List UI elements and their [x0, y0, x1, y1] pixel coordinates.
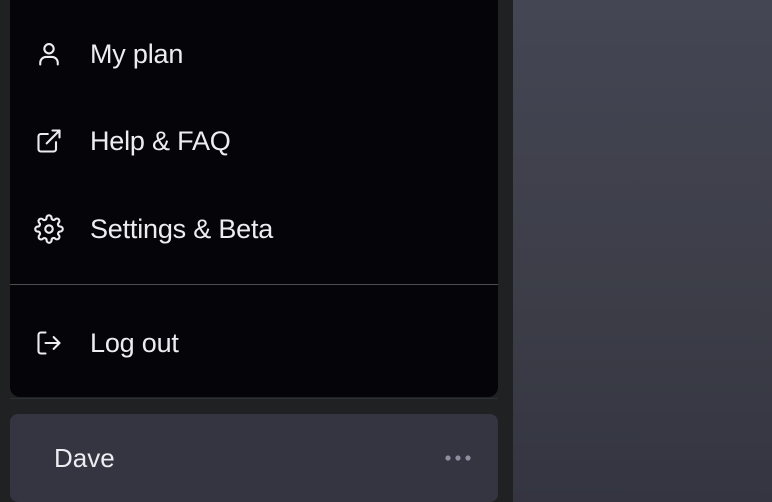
user-account-button[interactable]: Dave: [10, 414, 498, 502]
menu-item-label: Help & FAQ: [90, 126, 231, 156]
menu-item-my-plan[interactable]: My plan: [10, 22, 498, 86]
menu-item-settings-beta[interactable]: Settings & Beta: [10, 197, 498, 261]
gear-icon: [34, 214, 64, 244]
menu-item-log-out[interactable]: Log out: [10, 311, 498, 375]
logout-icon: [34, 328, 64, 358]
external-link-icon: [34, 126, 64, 156]
menu-divider: [10, 284, 498, 285]
menu-item-label: Settings & Beta: [90, 214, 274, 244]
menu-item-label: My plan: [90, 39, 184, 69]
menu-item-label: Log out: [90, 328, 179, 358]
sidebar: My plan Help & FAQ Settings & Beta Log o…: [0, 0, 513, 502]
menu-item-help-faq[interactable]: Help & FAQ: [10, 109, 498, 173]
more-horizontal-icon[interactable]: [440, 444, 476, 472]
main-content-area: [513, 0, 772, 502]
user-menu-popup: My plan Help & FAQ Settings & Beta Log o…: [10, 0, 498, 397]
sidebar-divider: [10, 398, 498, 399]
user-icon: [34, 39, 64, 69]
user-name: Dave: [54, 443, 115, 473]
